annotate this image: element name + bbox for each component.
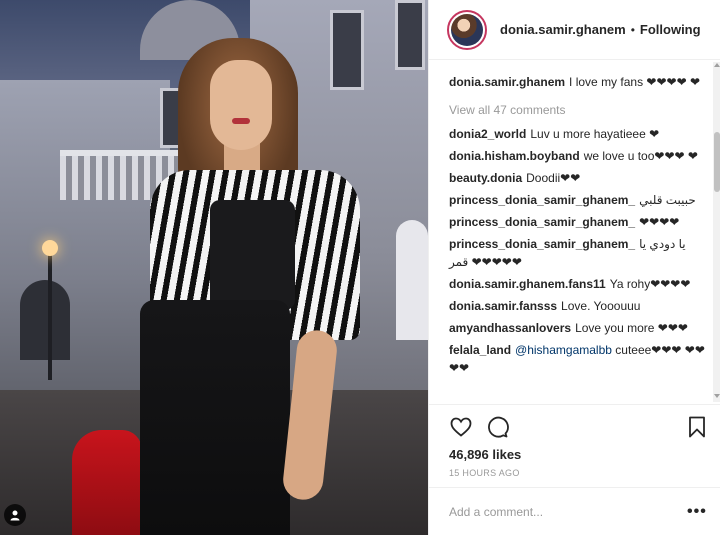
photo-window — [330, 10, 364, 90]
photo-black-pants — [140, 300, 290, 535]
photo-face — [210, 60, 272, 150]
list-item: amyandhassanlovers Love you more ❤❤❤ — [449, 319, 705, 337]
list-item: donia.samir.fansss Love. Yooouuu — [449, 297, 705, 315]
photo-street-lamp — [48, 245, 52, 380]
photo-arch — [20, 280, 70, 360]
photo-red-jacket — [72, 430, 142, 535]
comment-username[interactable]: princess_donia_samir_ghanem_ — [449, 237, 635, 251]
comment-text: حبيبت قلبي — [639, 193, 696, 207]
header-separator: • — [630, 22, 635, 37]
post-header: donia.samir.ghanem • Following — [429, 0, 720, 60]
comment-bubble-icon[interactable] — [485, 415, 509, 439]
comment-username[interactable]: beauty.donia — [449, 171, 522, 185]
scroll-up-arrow-icon[interactable] — [714, 63, 720, 67]
more-options-button[interactable]: ••• — [687, 503, 707, 521]
scroll-down-arrow-icon[interactable] — [714, 394, 720, 398]
comment-username[interactable]: felala_land — [449, 343, 511, 357]
comment-username[interactable]: donia.samir.ghanem — [449, 75, 565, 89]
comment-username[interactable]: donia.hisham.boyband — [449, 149, 580, 163]
scrollbar-thumb[interactable] — [714, 132, 720, 192]
heart-icon[interactable] — [449, 415, 473, 439]
list-item: felala_land @hishamgamalbb cuteee❤❤❤ ❤❤❤❤ — [449, 341, 705, 377]
list-item: princess_donia_samir_ghanem_ ❤❤❤❤ — [449, 213, 705, 231]
comments-list: donia.samir.ghanem I love my fans ❤❤❤❤ ❤ … — [429, 60, 715, 403]
post-photo[interactable] — [0, 0, 428, 535]
avatar-image — [451, 13, 483, 46]
post-caption: donia.samir.ghanem I love my fans ❤❤❤❤ ❤ — [449, 73, 705, 91]
post-actions: 46,896 likes 15 HOURS AGO ••• — [429, 404, 720, 535]
list-item: donia.samir.ghanem.fans11 Ya rohy❤❤❤❤ — [449, 275, 705, 293]
list-item: princess_donia_samir_ghanem_ يا دودي يا ق… — [449, 235, 705, 271]
following-button[interactable]: Following — [640, 22, 701, 37]
bookmark-icon[interactable] — [685, 415, 709, 439]
comment-username[interactable]: donia2_world — [449, 127, 526, 141]
view-all-comments-link[interactable]: View all 47 comments — [449, 101, 705, 119]
photo-window — [395, 0, 425, 70]
post-timestamp[interactable]: 15 HOURS AGO — [449, 468, 520, 478]
comment-username[interactable]: princess_donia_samir_ghanem_ — [449, 193, 635, 207]
photo-lamp-light — [42, 240, 58, 256]
post-sidebar: donia.samir.ghanem • Following donia.sam… — [428, 0, 720, 535]
photo-black-top — [210, 200, 295, 310]
comment-input[interactable] — [449, 505, 669, 519]
avatar[interactable] — [447, 9, 487, 50]
list-item: princess_donia_samir_ghanem_ حبيبت قلبي — [449, 191, 705, 209]
photo-lips — [232, 118, 250, 124]
comment-text: Luv u more hayatieee ❤ — [530, 127, 660, 141]
comment-text: we love u too❤❤❤ ❤ — [583, 149, 698, 163]
comments-scrollbar[interactable] — [713, 62, 720, 402]
list-item: beauty.donia Doodii❤❤ — [449, 169, 705, 187]
list-item: donia.hisham.boyband we love u too❤❤❤ ❤ — [449, 147, 705, 165]
list-item: donia2_world Luv u more hayatieee ❤ — [449, 125, 705, 143]
comment-username[interactable]: donia.samir.ghanem.fans11 — [449, 277, 606, 291]
comment-text: Ya rohy❤❤❤❤ — [609, 277, 691, 291]
comment-text: Doodii❤❤ — [526, 171, 581, 185]
user-tag-icon[interactable] — [4, 504, 26, 526]
photo-arch — [396, 220, 428, 340]
comment-username[interactable]: princess_donia_samir_ghanem_ — [449, 215, 635, 229]
comment-mention[interactable]: @hishamgamalbb — [515, 343, 612, 357]
instagram-post: donia.samir.ghanem • Following donia.sam… — [0, 0, 720, 535]
likes-count[interactable]: 46,896 likes — [449, 447, 521, 462]
comment-text: Love. Yooouuu — [561, 299, 641, 313]
comment-text: ❤❤❤❤ — [639, 215, 680, 229]
caption-text: I love my fans ❤❤❤❤ ❤ — [569, 75, 701, 89]
add-comment-row — [429, 487, 720, 536]
comment-text: Love you more ❤❤❤ — [575, 321, 688, 335]
comment-username[interactable]: donia.samir.fansss — [449, 299, 557, 313]
comment-username[interactable]: amyandhassanlovers — [449, 321, 571, 335]
header-username[interactable]: donia.samir.ghanem — [500, 22, 626, 37]
